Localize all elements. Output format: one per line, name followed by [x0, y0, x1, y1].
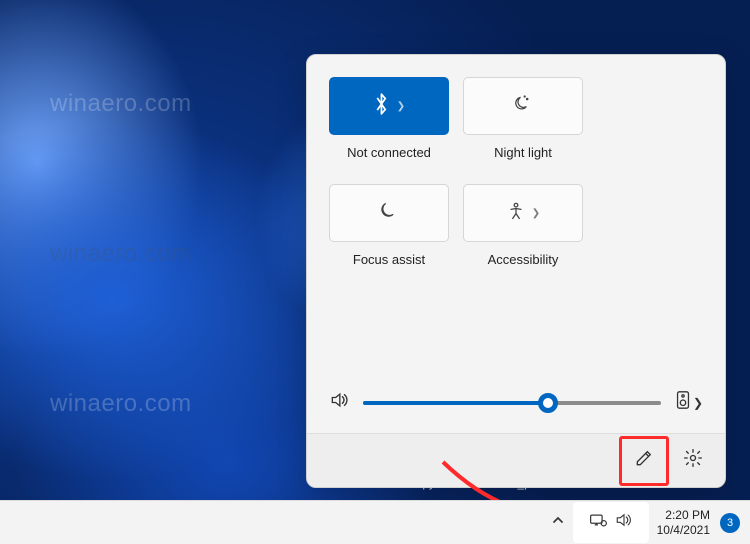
moon-icon — [513, 94, 533, 119]
volume-slider-thumb[interactable] — [538, 393, 558, 413]
accessibility-tile[interactable]: ❯ — [463, 184, 583, 242]
volume-slider[interactable] — [363, 395, 661, 411]
bluetooth-tile-label: Not connected — [347, 145, 431, 160]
system-tray: 2:20 PM 10/4/2021 3 — [543, 502, 746, 543]
focus-assist-tile-label: Focus assist — [353, 252, 425, 267]
speaker-device-icon — [675, 390, 691, 415]
audio-output-button[interactable]: ❯ — [675, 390, 703, 415]
bluetooth-icon — [373, 92, 391, 121]
pencil-icon — [634, 448, 654, 473]
chevron-up-icon — [551, 513, 565, 532]
taskbar-clock[interactable]: 2:20 PM 10/4/2021 — [649, 508, 718, 538]
volume-slider-fill — [363, 401, 548, 405]
quick-settings-tiles: ❯ Not connected Night light — [307, 55, 725, 281]
settings-button[interactable] — [673, 441, 713, 481]
volume-tray-icon — [615, 512, 633, 533]
accessibility-tile-label: Accessibility — [488, 252, 559, 267]
taskbar-time: 2:20 PM — [665, 508, 710, 523]
quick-settings-tray-button[interactable] — [573, 502, 649, 543]
focus-assist-tile[interactable] — [329, 184, 449, 242]
chevron-right-icon: ❯ — [532, 208, 540, 219]
person-icon — [506, 201, 526, 226]
quick-settings-footer — [307, 433, 725, 487]
night-light-tile[interactable] — [463, 77, 583, 135]
taskbar: 2:20 PM 10/4/2021 3 — [0, 500, 750, 544]
night-light-tile-label: Night light — [494, 145, 552, 160]
crescent-icon — [379, 201, 399, 226]
tray-overflow-button[interactable] — [543, 507, 573, 538]
chevron-right-icon: ❯ — [397, 101, 405, 112]
quick-settings-panel: ❯ Not connected Night light — [306, 54, 726, 488]
bluetooth-tile[interactable]: ❯ — [329, 77, 449, 135]
notification-badge[interactable]: 3 — [720, 513, 740, 533]
speaker-icon[interactable] — [329, 390, 349, 415]
chevron-right-icon: ❯ — [693, 396, 703, 410]
gear-icon — [683, 448, 703, 473]
edit-quick-settings-button[interactable] — [619, 436, 669, 486]
network-icon — [589, 512, 607, 533]
taskbar-date: 10/4/2021 — [657, 523, 710, 538]
volume-row: ❯ — [307, 380, 725, 433]
